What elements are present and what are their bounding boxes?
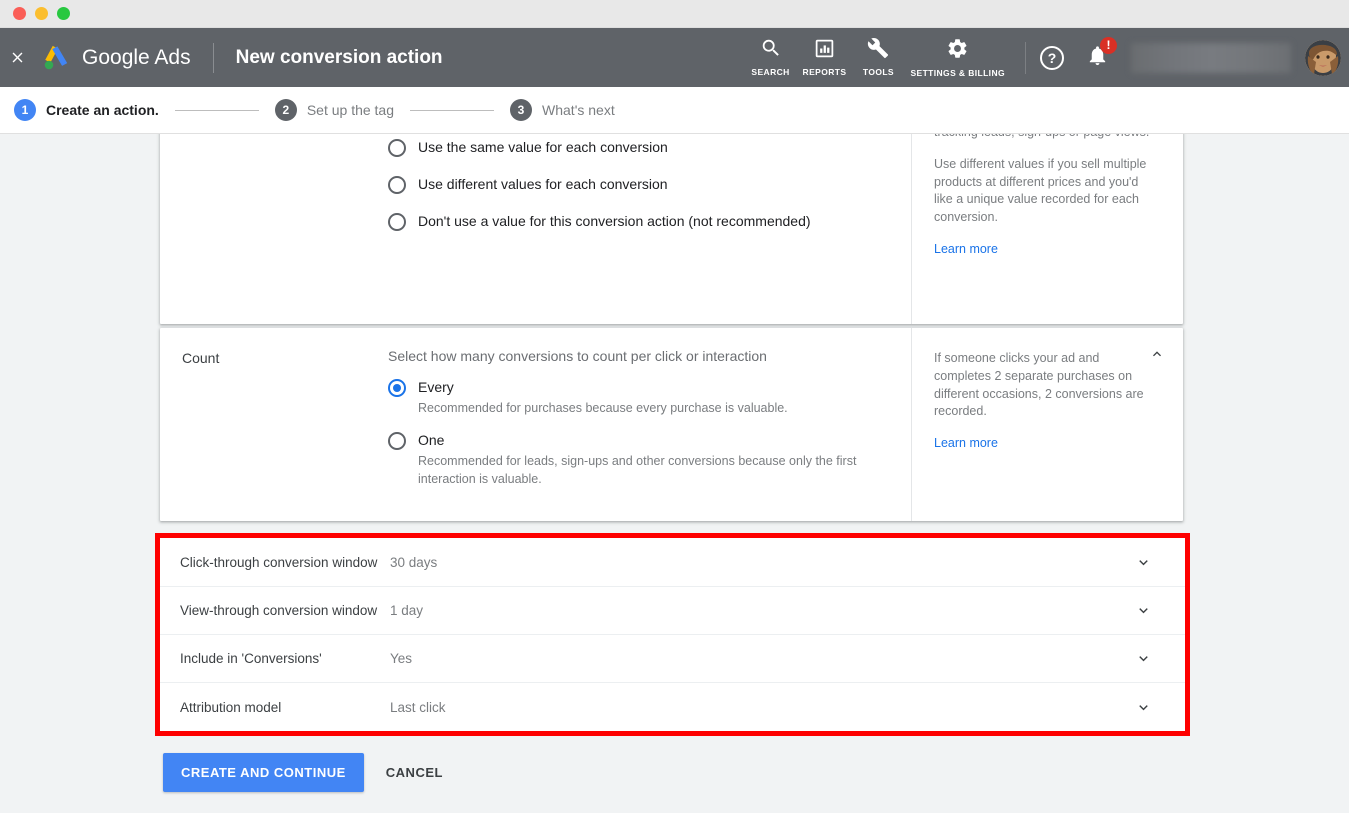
step-2-number: 2 <box>274 99 297 121</box>
value-card: Use the same value for each conversion U… <box>160 134 1183 324</box>
settings-rows-card: Click-through conversion window 30 days … <box>160 538 1185 731</box>
value-help-paragraph-2: Use different values if you sell multipl… <box>934 156 1147 224</box>
search-label: SEARCH <box>751 67 790 78</box>
count-card-help: If someone clicks your ad and completes … <box>911 328 1183 521</box>
value-option-none[interactable]: Don't use a value for this conversion ac… <box>388 212 891 231</box>
window-minimize-button[interactable] <box>35 7 48 20</box>
step-2[interactable]: 2 Set up the tag <box>274 99 395 121</box>
brand-name: Google Ads <box>82 45 191 69</box>
chevron-down-icon[interactable] <box>1123 602 1163 619</box>
count-options-group: Select how many conversions to count per… <box>388 328 911 521</box>
step-connector-2 <box>410 109 495 111</box>
tools-wrench-icon <box>867 37 889 64</box>
radio-icon[interactable] <box>388 432 406 451</box>
header-actions: SEARCH REPORTS TOOLS SETTINGS & BILLING … <box>745 28 1349 87</box>
chevron-down-icon[interactable] <box>1123 699 1163 716</box>
row-value: 1 day <box>390 603 424 618</box>
chevron-up-icon[interactable] <box>1147 344 1167 364</box>
bell-icon <box>1086 45 1109 71</box>
count-option-every[interactable]: Every Recommended for purchases because … <box>388 378 891 417</box>
step-2-label: Set up the tag <box>306 102 395 118</box>
step-3[interactable]: 3 What's next <box>510 99 615 121</box>
value-card-help: tracking leads, sign-ups or page views. … <box>911 134 1183 324</box>
row-include-in-conversions[interactable]: Include in 'Conversions' Yes <box>160 635 1185 683</box>
value-card-label <box>160 134 388 324</box>
step-3-label: What's next <box>542 102 615 118</box>
search-button[interactable]: SEARCH <box>745 28 797 87</box>
row-label: Attribution model <box>180 699 282 715</box>
count-option-every-description: Recommended for purchases because every … <box>418 401 788 415</box>
row-value: Yes <box>390 651 413 666</box>
radio-icon[interactable] <box>388 139 406 157</box>
value-help-paragraph-1: tracking leads, sign-ups or page views. <box>934 134 1157 142</box>
reports-button[interactable]: REPORTS <box>797 28 853 87</box>
step-3-number: 3 <box>510 99 533 121</box>
window-close-button[interactable] <box>13 7 26 20</box>
avatar[interactable] <box>1305 39 1341 76</box>
help-button[interactable]: ? <box>1040 45 1064 70</box>
reports-label: REPORTS <box>802 66 847 77</box>
main-content: Use the same value for each conversion U… <box>0 134 1349 800</box>
header-divider <box>212 42 214 73</box>
count-card-label: Count <box>182 350 220 366</box>
cancel-button[interactable]: CANCEL <box>386 765 443 780</box>
google-ads-logo-icon <box>41 44 71 72</box>
create-and-continue-button[interactable]: CREATE AND CONTINUE <box>163 753 364 792</box>
value-option-different[interactable]: Use different values for each conversion <box>388 175 891 194</box>
account-name-blurred[interactable] <box>1131 42 1291 73</box>
row-view-through-conversion-window[interactable]: View-through conversion window 1 day <box>160 587 1185 635</box>
count-option-one-label: One <box>418 432 445 449</box>
count-option-one-description: Recommended for leads, sign-ups and othe… <box>418 454 857 487</box>
header-actions-divider <box>1025 41 1026 74</box>
settings-billing-label: SETTINGS & BILLING <box>910 67 1005 78</box>
window-zoom-button[interactable] <box>57 7 70 20</box>
settings-rows-highlight: Click-through conversion window 30 days … <box>155 533 1190 736</box>
tools-label: TOOLS <box>862 67 894 78</box>
radio-icon[interactable] <box>388 213 406 231</box>
row-label: View-through conversion window <box>180 603 378 618</box>
tools-button[interactable]: TOOLS <box>852 28 904 87</box>
value-help-learn-more-link[interactable]: Learn more <box>934 241 1157 259</box>
settings-gear-icon <box>946 37 969 65</box>
window-title-bar <box>0 0 1349 28</box>
step-connector-1 <box>174 109 259 111</box>
app-header: Google Ads New conversion action SEARCH … <box>0 28 1349 87</box>
radio-icon[interactable] <box>388 176 406 194</box>
step-1-label: Create an action. <box>46 102 159 118</box>
count-card: Count Select how many conversions to cou… <box>160 328 1183 521</box>
form-footer: CREATE AND CONTINUE CANCEL <box>163 753 443 792</box>
count-option-every-label: Every <box>418 379 454 395</box>
search-icon <box>760 37 782 64</box>
row-value: 30 days <box>390 554 438 570</box>
close-icon[interactable] <box>7 48 27 68</box>
wizard-stepper: 1 Create an action. 2 Set up the tag 3 W… <box>0 87 1349 134</box>
count-help-learn-more-link[interactable]: Learn more <box>934 435 1157 453</box>
reports-bar-chart-icon <box>814 38 835 64</box>
settings-billing-button[interactable]: SETTINGS & BILLING <box>904 28 1011 87</box>
count-option-one[interactable]: One Recommended for leads, sign-ups and … <box>388 431 891 488</box>
chevron-down-icon[interactable] <box>1123 650 1163 667</box>
value-option-none-label: Don't use a value for this conversion ac… <box>418 213 811 229</box>
value-options-group: Use the same value for each conversion U… <box>388 134 911 324</box>
row-attribution-model[interactable]: Attribution model Last click <box>160 683 1185 731</box>
count-help-paragraph: If someone clicks your ad and completes … <box>934 351 1144 419</box>
value-option-same[interactable]: Use the same value for each conversion <box>388 138 891 157</box>
value-option-different-label: Use different values for each conversion <box>418 176 668 192</box>
count-intro-text: Select how many conversions to count per… <box>388 348 767 364</box>
step-1-number: 1 <box>14 99 36 121</box>
row-label: Include in 'Conversions' <box>180 651 322 666</box>
radio-icon[interactable] <box>388 379 406 397</box>
notifications-button[interactable]: ! <box>1086 36 1117 72</box>
chevron-down-icon[interactable] <box>1123 554 1163 571</box>
row-click-through-conversion-window[interactable]: Click-through conversion window 30 days <box>160 538 1185 587</box>
help-question-icon: ? <box>1047 49 1057 66</box>
row-label: Click-through conversion window <box>180 554 378 570</box>
step-1[interactable]: 1 Create an action. <box>14 99 159 121</box>
notification-badge: ! <box>1100 36 1117 54</box>
page-title: New conversion action <box>235 46 443 68</box>
row-value: Last click <box>390 699 446 715</box>
value-option-same-label: Use the same value for each conversion <box>418 139 668 155</box>
